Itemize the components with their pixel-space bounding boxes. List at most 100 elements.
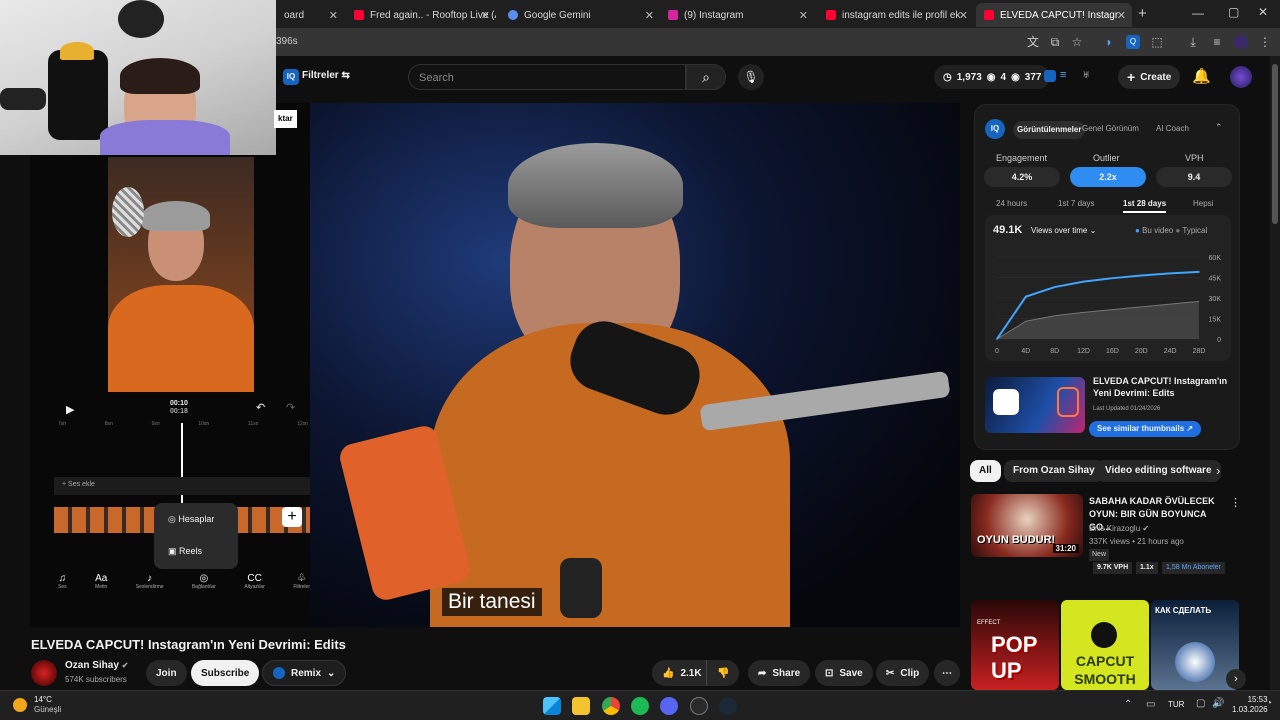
- tab-close-icon[interactable]: ✕: [799, 9, 808, 22]
- page-scrollbar[interactable]: [1270, 56, 1280, 690]
- cast-icon[interactable]: ⧉: [1048, 35, 1062, 49]
- weather-widget[interactable]: 14°C Güneşli: [34, 695, 61, 715]
- range-7d[interactable]: 1st 7 days: [1058, 199, 1094, 208]
- vidiq-icon[interactable]: [1044, 70, 1056, 82]
- tab-close-icon[interactable]: ✕: [959, 9, 968, 22]
- clock[interactable]: 15:53 1.03.2026: [1232, 695, 1268, 715]
- browser-tab[interactable]: Google Gemini ✕: [500, 3, 660, 27]
- vidiq-extension-icon[interactable]: Q: [1126, 35, 1140, 49]
- list-icon[interactable]: ≡: [1060, 69, 1066, 81]
- thumbnail-preview[interactable]: [985, 377, 1085, 433]
- chip-from-channel[interactable]: From Ozan Sihay: [1004, 460, 1104, 482]
- undo-icon[interactable]: ↶: [256, 401, 265, 414]
- tool-metin[interactable]: Aa Metin: [95, 573, 107, 590]
- see-similar-thumbnails-button[interactable]: See similar thumbnails ↗: [1089, 421, 1202, 437]
- tab-close-icon[interactable]: ✕: [645, 9, 654, 22]
- create-button[interactable]: + Create: [1118, 65, 1181, 89]
- search-icon[interactable]: ⌕: [686, 64, 726, 90]
- video-player[interactable]: [310, 103, 960, 627]
- clip-button[interactable]: ✂ Clip: [876, 660, 930, 686]
- rec-channel[interactable]: Enis Kirazoglu ✔: [1089, 524, 1149, 533]
- more-actions-icon[interactable]: ⋯: [934, 660, 960, 686]
- trophy-icon[interactable]: ♅: [1082, 69, 1090, 81]
- microphone-icon[interactable]: 🎙: [738, 64, 764, 90]
- short-thumb[interactable]: CAPCUT SMOOTH: [1061, 600, 1149, 690]
- shorts-next-icon[interactable]: ›: [1226, 669, 1246, 689]
- download-icon[interactable]: ⤓: [1186, 35, 1200, 49]
- tool-baglantilar[interactable]: ◎ Bağlantılar: [192, 573, 216, 590]
- share-button[interactable]: ➦ Share: [748, 660, 811, 686]
- menu-item-hesaplar[interactable]: ◎ Hesaplar: [168, 514, 214, 525]
- subscribe-button[interactable]: Subscribe: [191, 660, 260, 686]
- url-field[interactable]: 396s: [276, 36, 298, 47]
- tab-close-icon[interactable]: ✕: [481, 9, 490, 22]
- add-sound-track[interactable]: + Ses ekle: [54, 477, 310, 495]
- browser-tab[interactable]: Fred again.. - Rooftop Live (Ar ✕: [346, 3, 496, 27]
- puzzle-icon[interactable]: ⬚: [1150, 35, 1164, 49]
- tab-close-icon[interactable]: ✕: [329, 9, 338, 22]
- menu-kebab-icon[interactable]: ⋮: [1258, 35, 1272, 49]
- chevron-up-icon[interactable]: ⌃: [1215, 122, 1223, 133]
- views-select[interactable]: Views over time ⌄: [1031, 226, 1096, 235]
- join-button[interactable]: Join: [146, 660, 187, 686]
- tab-genel-gorunum[interactable]: Genel Görünüm: [1082, 124, 1139, 133]
- browser-tab[interactable]: instagram edits ile profil eklem ✕: [818, 3, 974, 27]
- metric-outlier[interactable]: 2.2x: [1070, 167, 1146, 187]
- metric-engagement[interactable]: 4.2%: [984, 167, 1060, 187]
- channel-avatar[interactable]: [31, 660, 57, 686]
- browser-tab[interactable]: (9) Instagram ✕: [660, 3, 814, 27]
- play-icon[interactable]: ▶: [66, 403, 74, 416]
- scrollbar-thumb[interactable]: [1272, 64, 1278, 224]
- remix-button[interactable]: Remix ⌄: [262, 660, 347, 686]
- sun-weather-icon[interactable]: [13, 698, 27, 712]
- windows-start-icon[interactable]: [543, 697, 561, 715]
- notification-icon[interactable]: ◔: [1266, 698, 1272, 709]
- add-clip-button[interactable]: +: [282, 507, 302, 527]
- dislike-button[interactable]: 👎: [706, 660, 740, 686]
- tool-filtreler[interactable]: ♧ Filtreler: [293, 573, 310, 590]
- tab-goruntulenmeler[interactable]: Görüntülenmeler: [1013, 121, 1086, 139]
- maximize-icon[interactable]: ▢: [1228, 5, 1239, 19]
- search-input[interactable]: Search: [408, 64, 686, 90]
- chrome-icon[interactable]: [602, 697, 620, 715]
- range-all[interactable]: Hepsi: [1193, 199, 1213, 208]
- menu-item-reels[interactable]: ▣ Reels: [168, 546, 202, 557]
- file-explorer-icon[interactable]: [572, 697, 590, 715]
- browser-tab[interactable]: oard ✕: [276, 3, 344, 27]
- obs-icon[interactable]: [690, 697, 708, 715]
- range-28d[interactable]: 1st 28 days: [1123, 199, 1167, 213]
- close-window-icon[interactable]: ✕: [1258, 5, 1268, 19]
- channel-name[interactable]: Ozan Sihay ✔: [65, 660, 128, 671]
- steam-icon[interactable]: [719, 697, 737, 715]
- short-thumb[interactable]: EFFECT POP UP: [971, 600, 1059, 690]
- like-button[interactable]: 👍 2.1K: [652, 660, 712, 686]
- language-indicator[interactable]: TUR: [1168, 700, 1184, 709]
- media-icon[interactable]: ≡: [1210, 35, 1224, 49]
- tab-ai-coach[interactable]: AI Coach: [1156, 124, 1189, 133]
- redo-icon[interactable]: ↷: [286, 401, 295, 414]
- vidiq-stats-pill[interactable]: ◷ 1,973 ◉ 4 ◉ 377: [934, 65, 1051, 89]
- chip-video-editing[interactable]: Video editing software: [1096, 460, 1221, 482]
- metric-vph[interactable]: 9.4: [1156, 167, 1232, 187]
- discord-icon[interactable]: [660, 697, 678, 715]
- tool-seslendirme[interactable]: ♪ Seslendirme: [136, 573, 164, 590]
- filter-button[interactable]: Filtreler ⇆: [302, 70, 350, 81]
- range-24h[interactable]: 24 hours: [996, 199, 1027, 208]
- account-avatar[interactable]: [1230, 66, 1252, 88]
- rec-thumbnail[interactable]: OYUN BUDUR! 31:20: [971, 494, 1083, 557]
- translate-icon[interactable]: 文: [1026, 35, 1040, 49]
- monitor-icon[interactable]: ▢: [1196, 698, 1205, 709]
- spotify-icon[interactable]: [631, 697, 649, 715]
- tool-altyazilar[interactable]: CC Altyazılar: [244, 573, 265, 590]
- save-button[interactable]: ⊡ Save: [815, 660, 873, 686]
- views-chart[interactable]: 60K 45K 30K 15K 0 0 4D 8D 12D 16D 20D 24D 28D: [985, 241, 1231, 359]
- rec-more-icon[interactable]: ⋮: [1230, 496, 1241, 509]
- browser-tab-active[interactable]: ELVEDA CAPCUT! Instagram'ın ✕: [976, 3, 1132, 27]
- minimize-icon[interactable]: —: [1192, 6, 1204, 20]
- tray-chevron-icon[interactable]: ⌃: [1124, 699, 1132, 710]
- extension-icon[interactable]: ◗: [1102, 35, 1116, 49]
- chevron-right-icon[interactable]: ›: [1216, 463, 1220, 478]
- tool-ses[interactable]: ♫ Ses: [58, 573, 67, 590]
- network-tray-icon[interactable]: ▭: [1146, 699, 1155, 710]
- new-tab-button[interactable]: +: [1138, 5, 1147, 22]
